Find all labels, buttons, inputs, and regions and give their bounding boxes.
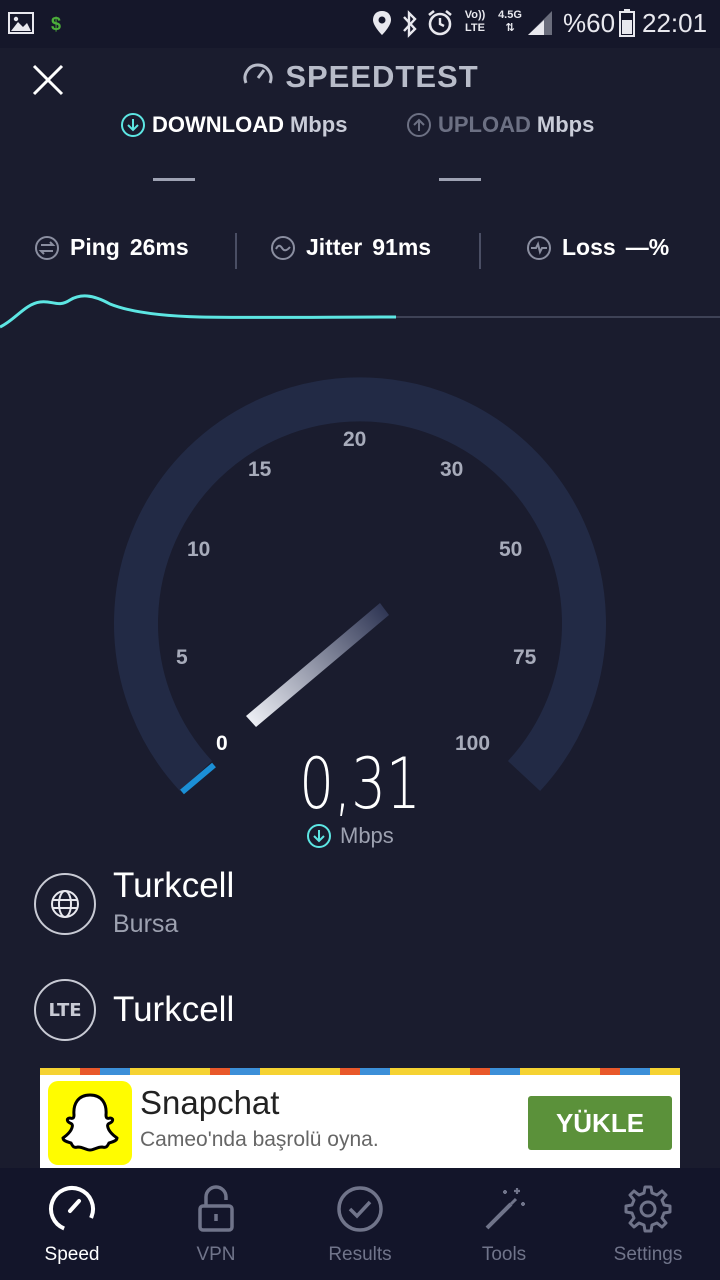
gear-icon [624,1185,672,1233]
nav-vpn[interactable]: VPN [144,1168,288,1280]
speed-graph [0,294,720,329]
jitter-icon [271,235,295,260]
lock-icon [198,1185,234,1232]
gauge-tick: 50 [499,538,523,561]
download-label: DOWNLOAD [152,112,284,137]
speedometer-icon [49,1186,95,1232]
ad-subtitle: Cameo'nda başrolü oyna. [140,1128,379,1151]
snapchat-logo [48,1081,132,1165]
gauge-tick: 100 [455,732,491,755]
ping-icon [35,235,59,260]
alarm-icon [428,9,452,36]
location-icon [373,11,391,35]
server-city[interactable]: Bursa [113,910,178,939]
clock: 22:01 [642,8,708,38]
speedometer-icon [243,63,273,84]
battery-percent: %60 [563,8,616,38]
gauge-track [114,377,606,791]
nav-label: Results [328,1244,392,1265]
money-icon: $ [51,14,61,34]
divider [479,233,481,269]
battery-icon [619,9,635,37]
tab-upload[interactable]: UPLOAD Mbps [406,112,594,138]
nav-settings[interactable]: Settings [576,1168,720,1280]
nav-results[interactable]: Results [288,1168,432,1280]
ping-stat: Ping 26ms [34,234,189,261]
connection-provider: Turkcell [113,990,235,1029]
download-unit: Mbps [289,112,348,137]
loss-icon [527,235,551,260]
download-value-placeholder [153,178,195,181]
gauge-tick: 75 [513,646,537,669]
upload-icon [407,113,431,137]
volte-indicator: Vo)) LTE [464,9,486,34]
speed-value: 0,31 [299,743,421,825]
upload-unit: Mbps [536,112,595,137]
ad-banner[interactable]: Snapchat Cameo'nda başrolü oyna. YÜKLE [40,1068,680,1168]
gauge-tick: 15 [248,458,272,481]
gauge-tick: 0 [216,732,228,755]
server-button[interactable] [34,873,96,935]
graph-line [0,294,397,329]
gallery-icon [8,12,34,34]
tab-download[interactable]: DOWNLOAD Mbps [120,112,347,138]
jitter-stat: Jitter 91ms [270,234,431,261]
signal-icon [528,11,552,35]
gauge-tick: 30 [440,458,464,481]
nav-label: Tools [481,1244,527,1265]
ghost-icon [61,1093,119,1152]
globe-icon [51,890,79,918]
divider [235,233,237,269]
nav-label: Speed [44,1244,100,1265]
gauge-needle [246,603,389,727]
upload-label: UPLOAD [438,112,531,137]
nav-tools[interactable]: Tools [432,1168,576,1280]
nav-label: Settings [613,1244,683,1265]
gauge-tick: 10 [187,538,211,561]
nav-speed[interactable]: Speed [0,1168,144,1280]
upload-value-placeholder [439,178,481,181]
status-bar: $ Vo)) LTE 4.5G ⇅ %60 22:01 [0,0,720,48]
connection-badge: LTE [34,979,96,1041]
download-icon [121,113,145,137]
magic-wand-icon [485,1188,525,1230]
loss-stat: Loss —% [526,234,669,261]
gauge-tick: 5 [176,646,188,669]
app-title: SPEEDTEST [0,58,720,95]
nav-label: VPN [196,1244,236,1265]
network-type: 4.5G ⇅ [498,9,522,34]
ad-image-strip [40,1068,680,1075]
ad-title: Snapchat [140,1084,280,1121]
ad-install-button[interactable]: YÜKLE [528,1096,672,1150]
gauge-tick: 20 [343,428,367,451]
bluetooth-icon [403,10,417,38]
checkmark-circle-icon [337,1186,383,1232]
server-provider[interactable]: Turkcell [113,866,234,906]
speed-unit: Mbps [306,823,394,849]
download-icon [307,824,331,848]
svg-text:$: $ [51,14,61,34]
bottom-nav: Speed VPN Results Tools Settings [0,1168,720,1280]
lte-badge-text: LTE [48,999,82,1021]
